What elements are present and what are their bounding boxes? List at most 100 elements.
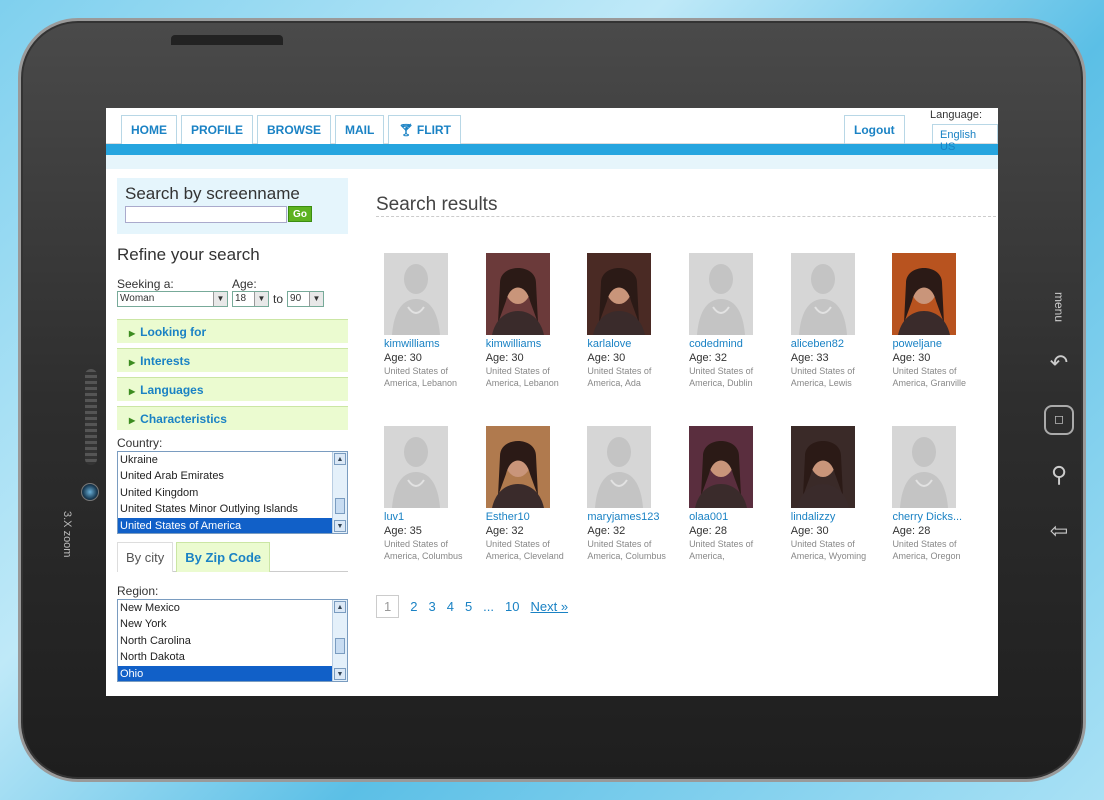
- menu-icon[interactable]: menu: [1031, 287, 1087, 327]
- profile-age: Age: 30: [587, 352, 626, 364]
- avatar-placeholder-icon[interactable]: [892, 426, 957, 508]
- refine-title: Refine your search: [117, 245, 260, 264]
- page-link[interactable]: 5: [465, 599, 472, 614]
- profile-username[interactable]: cherry Dicks...: [892, 511, 986, 524]
- profile-username[interactable]: aliceben82: [791, 338, 885, 351]
- profile-username[interactable]: olaa001: [689, 511, 783, 524]
- page-link[interactable]: 4: [447, 599, 454, 614]
- header-subband: [106, 155, 998, 169]
- avatar-placeholder-icon[interactable]: [384, 426, 448, 508]
- profile-card[interactable]: luv1 Age: 35 United States of America, Col…: [376, 426, 478, 599]
- profile-username[interactable]: luv1: [384, 511, 478, 524]
- page-ellipsis: ...: [483, 599, 495, 614]
- page-link[interactable]: 10: [505, 599, 519, 614]
- profile-card[interactable]: kimwilliams Age: 30 United States of Ameri…: [376, 253, 478, 426]
- page-link[interactable]: 3: [428, 599, 435, 614]
- back-icon[interactable]: ↶: [1039, 335, 1079, 391]
- profile-card[interactable]: aliceben82 Age: 33 United States of Americ…: [783, 253, 885, 426]
- avatar[interactable]: [485, 253, 550, 335]
- tab-flirt[interactable]: 🍸︎ FLIRT: [388, 115, 461, 144]
- profile-username[interactable]: maryjames123: [587, 511, 681, 524]
- profile-location: United States of America, Lebanon: [384, 366, 458, 388]
- avatar-placeholder-icon[interactable]: [384, 253, 448, 335]
- chevron-down-icon[interactable]: ▼: [334, 520, 346, 532]
- list-item[interactable]: North Dakota: [118, 649, 347, 665]
- results-title: Search results: [376, 178, 996, 217]
- avatar-placeholder-icon[interactable]: [587, 426, 652, 508]
- tab-home[interactable]: HOME: [121, 115, 177, 144]
- search-icon[interactable]: ⚲: [1039, 447, 1079, 503]
- avatar[interactable]: [689, 426, 754, 508]
- chevron-down-icon[interactable]: ▼: [334, 668, 346, 680]
- brand-label: 3.X zoom: [61, 511, 73, 558]
- scroll-thumb[interactable]: [335, 498, 345, 514]
- scrollbar[interactable]: ▲ ▼: [332, 452, 347, 533]
- country-list[interactable]: Ukraine United Arab Emirates United King…: [117, 451, 348, 534]
- list-item-selected[interactable]: Ohio: [118, 665, 347, 681]
- region-list[interactable]: New Mexico New York North Carolina North…: [117, 599, 348, 682]
- logout-button[interactable]: Logout: [844, 115, 905, 144]
- camera-lens: [81, 483, 99, 501]
- avatar-placeholder-icon[interactable]: [790, 253, 855, 335]
- profile-card[interactable]: Esther10 Age: 32 United States of America,…: [478, 426, 580, 599]
- profile-card[interactable]: poweljane Age: 30 United States of America…: [884, 253, 986, 426]
- profile-username[interactable]: poweljane: [892, 338, 986, 351]
- age-from-select[interactable]: 18 ▼: [232, 291, 269, 307]
- chevron-up-icon[interactable]: ▲: [334, 601, 346, 613]
- home-icon[interactable]: ◻: [1039, 391, 1079, 447]
- page-link[interactable]: 2: [410, 599, 417, 614]
- go-button[interactable]: Go: [288, 206, 312, 222]
- language-label: Language:: [930, 109, 982, 121]
- profile-location: United States of America, Westerville: [689, 539, 754, 561]
- section-languages[interactable]: ▶ Languages: [117, 377, 348, 401]
- avatar[interactable]: [587, 253, 652, 335]
- profile-location: United States of America, Wyoming: [790, 539, 867, 561]
- list-item[interactable]: New Mexico: [118, 600, 347, 616]
- country-label: Country:: [117, 436, 163, 450]
- profile-username[interactable]: kimwilliams: [486, 338, 580, 351]
- list-item[interactable]: United Kingdom: [118, 485, 347, 501]
- list-item[interactable]: Ukraine: [118, 452, 347, 468]
- scrollbar[interactable]: ▲ ▼: [332, 600, 347, 681]
- profile-username[interactable]: kimwilliams: [384, 338, 478, 351]
- profile-card[interactable]: olaa001 Age: 28 United States of America, …: [681, 426, 783, 599]
- screenname-input[interactable]: [125, 206, 287, 223]
- list-item[interactable]: United States Minor Outlying Islands: [118, 501, 347, 517]
- profile-card[interactable]: cherry Dicks... Age: 28 United States of A…: [884, 426, 986, 599]
- tab-browse[interactable]: BROWSE: [257, 115, 332, 144]
- section-characteristics[interactable]: ▶ Characteristics: [117, 406, 348, 430]
- profile-card[interactable]: lindalizzy Age: 30 United States of Americ…: [783, 426, 885, 599]
- profile-username[interactable]: karlalove: [587, 338, 681, 351]
- list-item[interactable]: United Arab Emirates: [118, 468, 347, 484]
- profile-username[interactable]: lindalizzy: [791, 511, 885, 524]
- profile-card[interactable]: karlalove Age: 30 United States of America…: [579, 253, 681, 426]
- power-button[interactable]: [171, 35, 283, 45]
- avatar-placeholder-icon[interactable]: [689, 253, 754, 335]
- triangle-right-icon: ▶: [129, 387, 136, 396]
- profile-username[interactable]: Esther10: [486, 511, 580, 524]
- section-interests[interactable]: ▶ Interests: [117, 348, 348, 372]
- list-item-selected[interactable]: United States of America: [118, 517, 347, 533]
- section-looking-for[interactable]: ▶ Looking for: [117, 319, 348, 343]
- profile-card[interactable]: codedmind Age: 32 United States of America…: [681, 253, 783, 426]
- profile-card[interactable]: maryjames123 Age: 32 United States of Amer…: [579, 426, 681, 599]
- profile-username[interactable]: codedmind: [689, 338, 783, 351]
- profile-location: United States of America, Granville: [892, 366, 966, 388]
- seeking-select[interactable]: Woman ▼: [117, 291, 228, 307]
- scroll-thumb[interactable]: [335, 638, 345, 654]
- tab-mail[interactable]: MAIL: [335, 115, 385, 144]
- age-to-select[interactable]: 90 ▼: [287, 291, 325, 307]
- chevron-up-icon[interactable]: ▲: [334, 453, 346, 465]
- tab-by-city[interactable]: By city: [117, 542, 174, 572]
- avatar[interactable]: [790, 426, 855, 508]
- tab-profile[interactable]: PROFILE: [181, 115, 254, 144]
- avatar[interactable]: [485, 426, 550, 508]
- list-item[interactable]: North Carolina: [118, 633, 347, 649]
- profile-card[interactable]: kimwilliams Age: 30 United States of Ameri…: [478, 253, 580, 426]
- next-page-link[interactable]: Next »: [530, 599, 568, 614]
- return-icon[interactable]: ⇦: [1039, 503, 1079, 559]
- avatar[interactable]: [892, 253, 957, 335]
- list-item[interactable]: New York: [118, 616, 347, 632]
- language-selector[interactable]: English US: [932, 124, 998, 153]
- tab-by-zip[interactable]: By Zip Code: [176, 542, 271, 572]
